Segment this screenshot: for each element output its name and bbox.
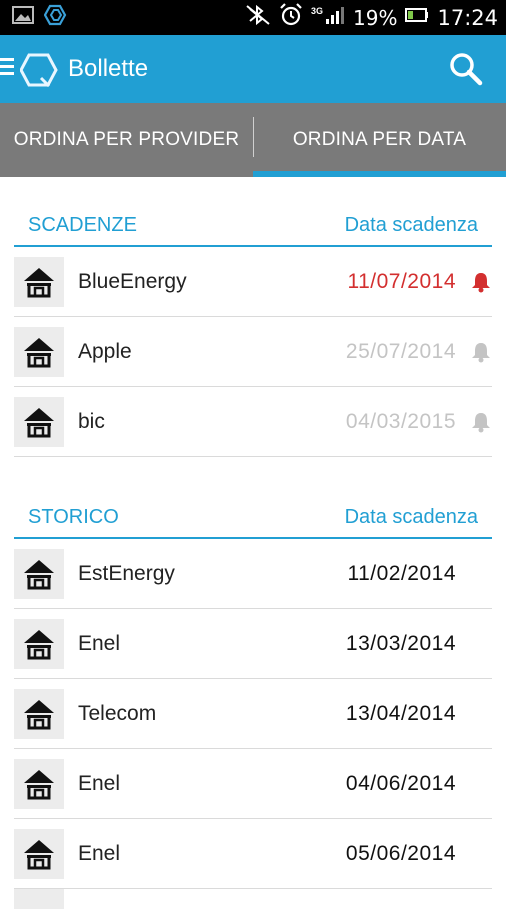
due-date: 04/03/2015: [345, 409, 456, 433]
house-icon: [14, 326, 64, 377]
due-date: 13/04/2014: [345, 701, 456, 725]
sort-tabs: ORDINA PER PROVIDER ORDINA PER DATA: [0, 103, 506, 177]
tab-order-by-provider-label: ORDINA PER PROVIDER: [13, 129, 240, 150]
section-header-scadenze: SCADENZE Data scadenza: [14, 177, 492, 247]
reminder-bell-icon[interactable]: [470, 411, 492, 433]
column-header-due-date: Data scadenza: [344, 214, 478, 236]
house-icon-tile: [14, 889, 64, 909]
due-date: 11/02/2014: [347, 561, 456, 585]
list-item[interactable]: Enel 04/06/2014: [14, 749, 492, 819]
provider-name: Enel: [78, 841, 121, 865]
provider-name: Enel: [78, 631, 121, 655]
list-item[interactable]: EstEnergy 11/02/2014: [14, 539, 492, 609]
due-date: 13/03/2014: [345, 631, 456, 655]
provider-name: BlueEnergy: [78, 269, 187, 293]
menu-icon[interactable]: [0, 58, 14, 76]
battery-icon: [405, 7, 429, 28]
battery-percent: 19%: [353, 5, 398, 30]
bluetooth-icon: [245, 4, 271, 31]
tab-order-by-provider[interactable]: ORDINA PER PROVIDER: [0, 103, 253, 177]
house-icon: [14, 548, 64, 599]
list-item[interactable]: bic 04/03/2015: [14, 387, 492, 457]
alarm-clock-icon: [279, 3, 303, 32]
house-icon: [14, 396, 64, 447]
status-bar: 3G 19% 17:24: [0, 0, 506, 35]
house-icon: [14, 256, 64, 307]
house-icon: [14, 828, 64, 879]
gallery-icon: [12, 6, 34, 29]
list-item[interactable]: BlueEnergy 11/07/2014: [14, 247, 492, 317]
due-date: 04/06/2014: [345, 771, 456, 795]
house-icon: [14, 618, 64, 669]
app-title: Bollette: [68, 55, 149, 82]
signal-strength-icon: [325, 5, 345, 30]
provider-name: Apple: [78, 339, 132, 363]
clock-time: 17:24: [437, 5, 498, 30]
list-item[interactable]: Apple 25/07/2014: [14, 317, 492, 387]
due-date: 05/06/2014: [345, 841, 456, 865]
app-notification-icon: [43, 4, 68, 31]
provider-name: Telecom: [78, 701, 157, 725]
search-icon[interactable]: [448, 51, 484, 87]
provider-name: bic: [78, 409, 105, 433]
section-title: SCADENZE: [28, 214, 137, 236]
provider-name: Enel: [78, 771, 121, 795]
list-item[interactable]: [14, 889, 492, 909]
house-icon: [14, 688, 64, 739]
due-date: 25/07/2014: [345, 339, 456, 363]
reminder-bell-icon[interactable]: [470, 341, 492, 363]
list-item[interactable]: Enel 05/06/2014: [14, 819, 492, 889]
column-header-due-date: Data scadenza: [344, 506, 478, 528]
reminder-bell-icon[interactable]: [470, 271, 492, 293]
bills-list: SCADENZE Data scadenza BlueEnergy 11/07/2…: [14, 177, 492, 909]
list-item[interactable]: Telecom 13/04/2014: [14, 679, 492, 749]
status-bar-notifications: [12, 4, 68, 31]
house-icon: [14, 758, 64, 809]
status-bar-indicators: 3G 19% 17:24: [245, 3, 498, 32]
app-bar: Bollette: [0, 35, 506, 103]
tab-order-by-date[interactable]: ORDINA PER DATA: [253, 103, 506, 177]
network-type-label: 3G: [311, 5, 324, 16]
app-logo-icon[interactable]: [19, 53, 58, 92]
section-header-storico: STORICO Data scadenza: [14, 469, 492, 539]
section-title: STORICO: [28, 506, 119, 528]
list-item[interactable]: Enel 13/03/2014: [14, 609, 492, 679]
tab-order-by-date-label: ORDINA PER DATA: [292, 129, 467, 150]
due-date: 11/07/2014: [347, 269, 456, 293]
provider-name: EstEnergy: [78, 561, 175, 585]
